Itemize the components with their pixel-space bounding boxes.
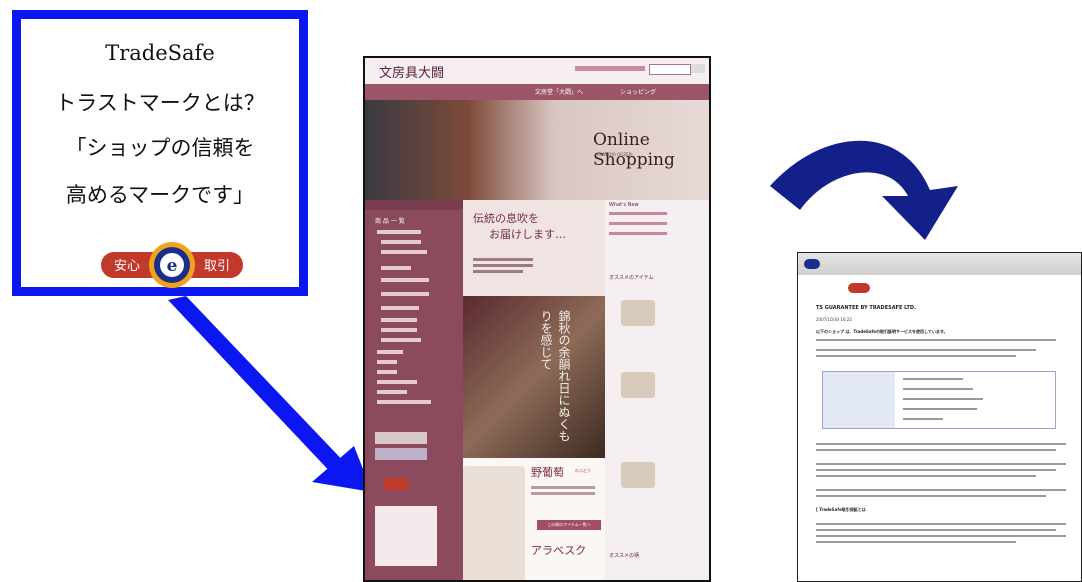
sidebar-item	[377, 380, 417, 384]
product-section: 野葡萄 のぶどう この柄のアイテム一覧へ アラベスク	[463, 458, 605, 580]
site-sidebar: 商 品 一 覧	[369, 210, 461, 580]
recommend-heading: オススメのアイテム	[609, 275, 654, 281]
curved-arrow-icon	[770, 140, 958, 240]
sidebar-item	[381, 278, 429, 282]
sidebar-banner	[375, 432, 427, 444]
sidebar-item	[381, 318, 417, 322]
cert-section-heading: [ TradeSafe取引保証とは	[816, 507, 866, 512]
sidebar-item	[377, 360, 397, 364]
certificate-page-screenshot: TS GUARANTEE BY TRADESAFE LTD. 2007/10/3…	[797, 252, 1082, 582]
banner2-vertical-text: 錦秋の余韻れ日にぬくもりを感じて	[539, 310, 571, 442]
site-top-bar: 文房具大闘	[365, 58, 709, 84]
site-logo: 文房具大闘	[379, 66, 445, 81]
sidebar-item	[381, 240, 421, 244]
sidebar-item	[381, 266, 411, 270]
banner1-title: 伝統の息吹を	[473, 212, 539, 225]
cert-logo-icon	[804, 259, 820, 269]
recommend-heading-2: オススメの柄	[609, 553, 640, 559]
section1-button: この柄のアイテム一覧へ	[537, 520, 601, 530]
sidebar-item	[381, 292, 429, 296]
site-hero-banner: Online Shopping BUNKOYA OOZEKI	[365, 100, 709, 200]
product-thumb	[621, 300, 655, 326]
banner-autumn: 錦秋の余韻れ日にぬくもりを感じて	[463, 296, 605, 458]
news-heading: What's New	[609, 202, 639, 208]
cert-title: TS GUARANTEE BY TRADESAFE LTD.	[816, 305, 916, 311]
site-search-box	[649, 64, 691, 75]
sidebar-item	[377, 390, 407, 394]
cert-header	[798, 253, 1081, 275]
sidebar-select-list	[375, 506, 437, 566]
nav-button-2: ショッピング	[620, 89, 657, 96]
shop-website-screenshot: 文房具大闘 文房堂「大闘」へ ショッピング Online Shopping BU…	[363, 56, 711, 582]
section1-ruby: のぶどう	[575, 468, 591, 473]
sidebar-item	[377, 350, 403, 354]
site-right-column: What's New オススメのアイテム オススメの柄	[605, 200, 709, 580]
cert-ts-badge-icon	[848, 283, 870, 293]
cert-shop-table	[822, 371, 1056, 429]
sidebar-item	[381, 328, 417, 332]
sidebar-item	[377, 400, 431, 404]
sidebar-item	[381, 250, 427, 254]
sidebar-banner	[375, 448, 427, 460]
site-search-button	[691, 64, 705, 73]
sidebar-item	[377, 370, 397, 374]
cert-heading: 以下のショップ は、TradeSafeの取引証明サービスを使用しています。	[816, 329, 948, 334]
product-image	[463, 466, 525, 580]
banner1-subtitle: お届けします…	[489, 228, 566, 241]
nav-button-1: 文房堂「大闘」へ	[535, 89, 584, 96]
product-thumb	[621, 462, 655, 488]
site-top-links	[575, 66, 645, 71]
sidebar-ts-badge-icon	[383, 478, 409, 490]
sidebar-item	[377, 230, 421, 234]
hero-subtitle: BUNKOYA OOZEKI	[597, 152, 633, 157]
sidebar-item	[381, 338, 421, 342]
cert-date: 2007/10/30 16:22	[816, 317, 852, 322]
section1-title: 野葡萄	[531, 466, 564, 479]
banner-tradition: 伝統の息吹を お届けします…	[463, 200, 605, 298]
product-thumb	[621, 372, 655, 398]
site-nav-bar: 文房堂「大闘」へ ショッピング	[365, 84, 709, 100]
hero-title: Online Shopping	[593, 130, 675, 170]
sidebar-item	[381, 306, 419, 310]
sidebar-heading: 商 品 一 覧	[375, 218, 405, 225]
blue-diagonal-arrow-shaft	[168, 296, 350, 478]
section2-title: アラベスク	[531, 544, 587, 557]
